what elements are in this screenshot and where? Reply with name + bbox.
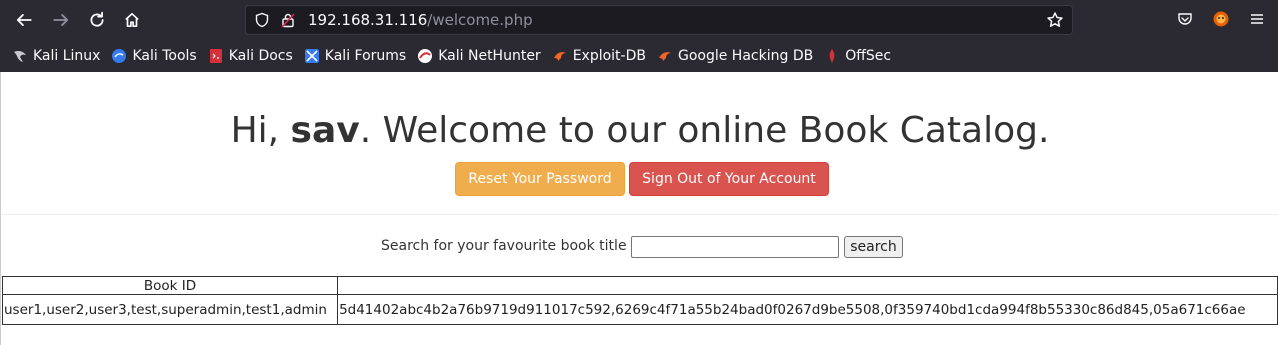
url-path: /welcome.php <box>427 11 533 29</box>
bookmarks-toolbar: Kali Linux Kali Tools Kali Docs Kali For… <box>0 42 1278 70</box>
bookmark-exploit-db[interactable]: Exploit-DB <box>552 48 646 64</box>
bookmark-label: Kali Forums <box>324 48 407 64</box>
search-form: Search for your favourite book title sea… <box>1 235 1278 259</box>
bookmark-label: Google Hacking DB <box>677 48 814 64</box>
page-content: Hi, sav. Welcome to our online Book Cata… <box>0 72 1278 345</box>
pocket-icon <box>1178 13 1192 25</box>
bookmark-label: OffSec <box>845 48 892 64</box>
greeting-suffix: . Welcome to our online Book Catalog. <box>359 110 1050 151</box>
results-table: Book ID user1,user2,user3,test,superadmi… <box>1 276 1278 325</box>
greeting-prefix: Hi, <box>230 110 291 151</box>
kali-dragon-icon <box>14 51 26 62</box>
search-input[interactable] <box>631 236 839 258</box>
divider <box>1 214 1278 215</box>
home-button[interactable] <box>121 9 143 31</box>
kali-docs-icon <box>209 49 222 63</box>
hamburger-menu-icon <box>1251 14 1263 24</box>
search-button[interactable]: search <box>844 236 903 258</box>
bookmark-kali-forums[interactable]: Kali Forums <box>304 48 406 64</box>
search-label: Search for your favourite book title <box>381 238 627 254</box>
bookmark-label: Kali Docs <box>228 48 293 64</box>
menu-button[interactable] <box>1247 9 1267 29</box>
arrow-left-icon <box>16 14 32 26</box>
bookmark-kali-docs[interactable]: Kali Docs <box>208 48 293 64</box>
url-host: 192.168.31.116 <box>308 11 428 29</box>
table-header-row: Book ID <box>1 276 1278 295</box>
bookmark-offsec[interactable]: OffSec <box>824 48 891 64</box>
sign-out-button[interactable]: Sign Out of Your Account <box>629 162 829 196</box>
username: sav <box>290 110 360 151</box>
url-text[interactable]: 192.168.31.116/welcome.php <box>308 11 533 29</box>
reset-password-button[interactable]: Reset Your Password <box>455 162 625 196</box>
shield-icon[interactable] <box>254 12 270 28</box>
url-bar[interactable]: 192.168.31.116/welcome.php <box>245 5 1073 35</box>
bookmark-label: Kali NetHunter <box>438 48 541 64</box>
arrow-right-icon <box>53 14 69 26</box>
insecure-lock-icon[interactable] <box>281 12 295 28</box>
kali-forums-icon <box>304 49 319 63</box>
table-row: user1,user2,user3,test,superadmin,test1,… <box>1 294 1278 325</box>
back-button[interactable] <box>13 9 35 31</box>
bookmark-kali-linux[interactable]: Kali Linux <box>12 48 100 64</box>
bookmark-label: Exploit-DB <box>572 48 646 64</box>
bookmark-kali-tools[interactable]: Kali Tools <box>111 48 197 64</box>
table-cell: 5d41402abc4b2a76b9719d911017c592,6269c4f… <box>337 294 1278 325</box>
ghdb-icon <box>658 52 671 61</box>
home-icon <box>125 12 139 28</box>
page-title: Hi, sav. Welcome to our online Book Cata… <box>1 110 1278 151</box>
nethunter-icon <box>418 49 433 63</box>
table-cell: user1,user2,user3,test,superadmin,test1,… <box>1 294 339 325</box>
bookmark-star-icon[interactable] <box>1046 11 1064 29</box>
reload-button[interactable] <box>86 9 108 31</box>
bookmark-label: Kali Linux <box>33 48 101 64</box>
reload-icon <box>90 11 104 27</box>
bookmark-label: Kali Tools <box>132 48 197 64</box>
fox-extension-icon <box>1213 11 1229 27</box>
exploit-db-icon <box>553 52 566 61</box>
column-header-book-id: Book ID <box>1 276 339 295</box>
bookmark-google-hacking-db[interactable]: Google Hacking DB <box>657 48 813 64</box>
column-header-title <box>337 276 1278 295</box>
forward-button[interactable] <box>50 9 72 31</box>
browser-chrome: 192.168.31.116/welcome.php Kali Linux Ka… <box>0 0 1278 72</box>
bookmark-kali-nethunter[interactable]: Kali NetHunter <box>417 48 541 64</box>
offsec-icon <box>829 49 835 63</box>
kali-tools-icon <box>112 49 127 63</box>
extension-button[interactable] <box>1211 9 1231 29</box>
pocket-button[interactable] <box>1175 9 1195 29</box>
